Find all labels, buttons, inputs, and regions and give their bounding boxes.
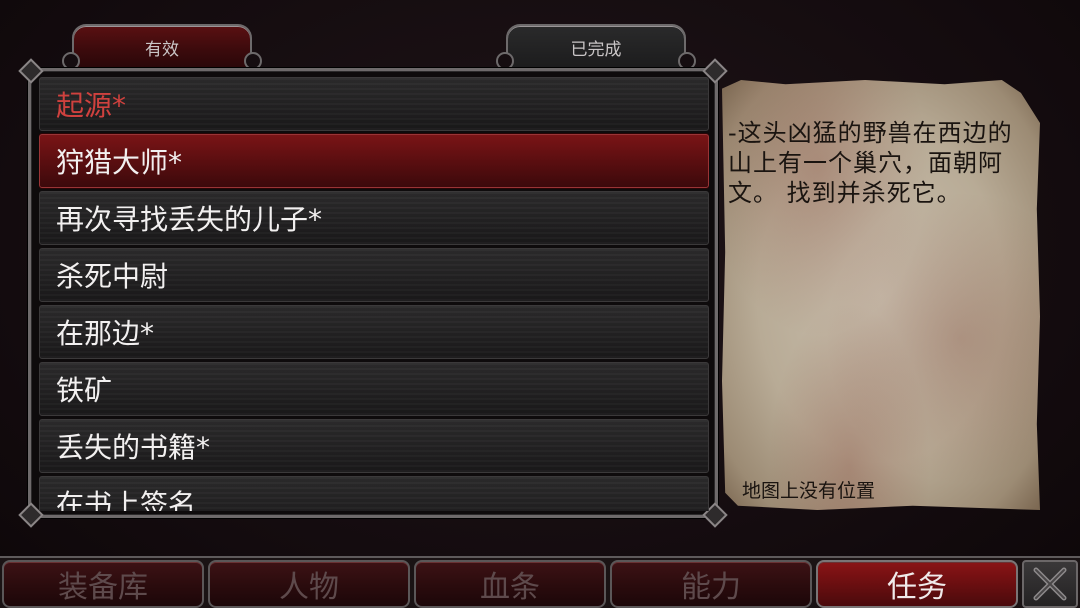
quest-item[interactable]: 在书上签名 (39, 476, 709, 511)
quest-item-label: 起源* (56, 89, 127, 122)
nav-inventory-button[interactable]: 装备库 (2, 560, 204, 608)
close-button[interactable] (1022, 560, 1078, 608)
nav-bloodline-label: 血条 (480, 570, 540, 605)
nav-quests-label: 任务 (887, 570, 947, 605)
close-icon (1033, 567, 1067, 601)
quest-description: -这头凶猛的野兽在西边的山上有一个巢穴，面朝阿文。 找到并杀死它。 (728, 119, 1013, 207)
quest-item-label: 在书上签名 (56, 488, 197, 511)
quest-list-frame: 起源* 狩猎大师* 再次寻找丢失的儿子* 杀死中尉 在那边* 铁矿 丢失的书籍*… (18, 58, 728, 528)
quest-item[interactable]: 丢失的书籍* (39, 419, 709, 473)
quest-item[interactable]: 再次寻找丢失的儿子* (39, 191, 709, 245)
nav-character-button[interactable]: 人物 (208, 560, 410, 608)
nav-bloodline-button[interactable]: 血条 (414, 560, 606, 608)
quest-item-label: 在那边* (56, 317, 155, 350)
quest-item-label: 再次寻找丢失的儿子* (56, 203, 323, 236)
quest-item[interactable]: 起源* (39, 77, 709, 131)
quest-item[interactable]: 在那边* (39, 305, 709, 359)
quest-item-label: 铁矿 (56, 374, 113, 407)
tab-active-quests[interactable]: 有效 (62, 24, 262, 70)
nav-inventory-label: 装备库 (58, 570, 148, 605)
nav-abilities-label: 能力 (681, 570, 741, 605)
nav-character-label: 人物 (279, 570, 339, 605)
nav-quests-button[interactable]: 任务 (816, 560, 1018, 608)
quest-item[interactable]: 铁矿 (39, 362, 709, 416)
game-screen: 有效 已完成 起源* 狩猎大师* 再次寻找丢失的儿子* 杀死中尉 在那边* 铁矿… (0, 0, 1080, 608)
tab-completed-quests[interactable]: 已完成 (496, 24, 696, 70)
quest-list[interactable]: 起源* 狩猎大师* 再次寻找丢失的儿子* 杀死中尉 在那边* 铁矿 丢失的书籍*… (39, 77, 709, 511)
quest-item-label: 狩猎大师* (56, 146, 183, 179)
tab-completed-label: 已完成 (570, 39, 622, 60)
quest-location-note: 地图上没有位置 (742, 480, 876, 502)
nav-abilities-button[interactable]: 能力 (610, 560, 812, 608)
quest-item-label: 杀死中尉 (56, 260, 169, 293)
quest-item-label: 丢失的书籍* (56, 431, 211, 464)
tab-active-label: 有效 (145, 39, 179, 60)
quest-item-selected[interactable]: 狩猎大师* (39, 134, 709, 188)
quest-item[interactable]: 杀死中尉 (39, 248, 709, 302)
